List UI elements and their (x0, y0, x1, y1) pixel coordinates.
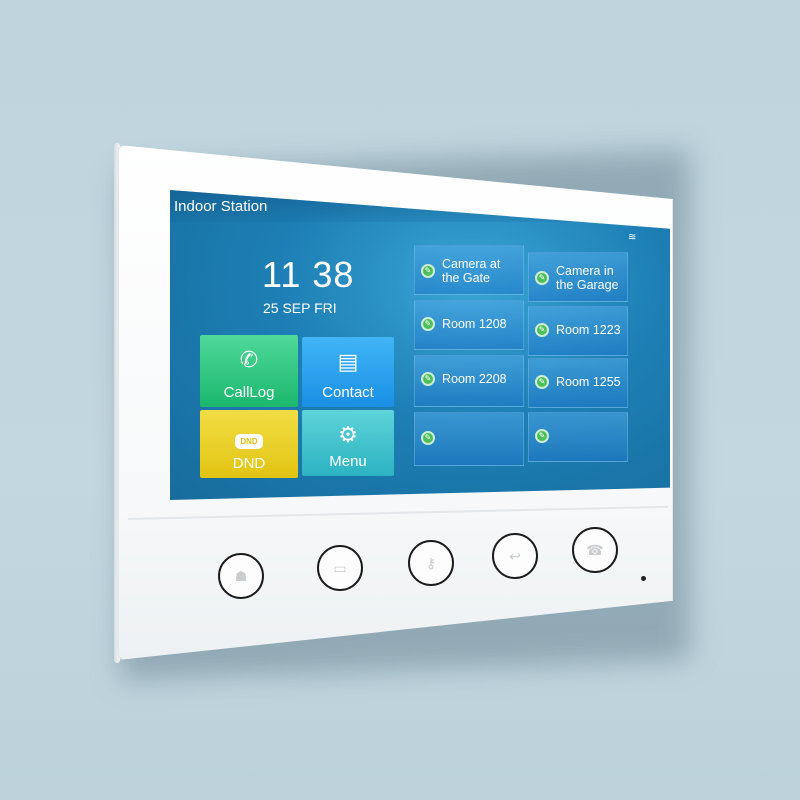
hang-up-button[interactable]: ☎ (572, 527, 618, 573)
quick-key-label: Room 1255 (556, 375, 621, 389)
edit-pencil-icon: ✎ (535, 429, 549, 443)
tile-calllog[interactable]: ✆ CallLog (200, 335, 298, 407)
quick-key-room-1208[interactable]: ✎ Room 1208 (414, 300, 524, 350)
video-button[interactable]: ▭ (317, 545, 363, 591)
quick-key-label-2: the Gate (442, 271, 490, 285)
video-camera-icon: ▭ (333, 560, 347, 576)
hang-up-icon: ☎ (586, 542, 604, 558)
monitor-person-icon: ☗ (234, 568, 248, 584)
quick-key-label: Room 1223 (556, 323, 621, 337)
quick-key-room-1255[interactable]: ✎ Room 1255 (528, 358, 628, 408)
quick-key-label: Camera at (442, 257, 501, 271)
monitor-button[interactable]: ☗ (218, 553, 264, 599)
tile-label: DND (232, 455, 266, 472)
edit-pencil-icon: ✎ (421, 264, 435, 278)
tile-dnd[interactable]: DND DND (200, 410, 298, 478)
key-icon: ⚷ (425, 555, 437, 571)
quick-key-camera-gate[interactable]: ✎ Camera at the Gate (414, 245, 524, 295)
clock-time: 11 38 (262, 254, 355, 295)
quick-key-room-1223[interactable]: ✎ Room 1223 (528, 306, 628, 356)
quick-key-label: Room 2208 (442, 372, 507, 386)
quick-key-camera-garage[interactable]: ✎ Camera in the Garage (528, 252, 628, 302)
edit-pencil-icon: ✎ (421, 372, 435, 386)
quick-key-empty-2[interactable]: ✎ (528, 412, 628, 462)
call-log-icon: ✆ (239, 347, 259, 372)
edit-pencil-icon: ✎ (535, 323, 549, 337)
edit-pencil-icon: ✎ (421, 431, 435, 445)
quick-key-label-2: the Garage (556, 278, 619, 292)
tile-menu[interactable]: ⚙ Menu (302, 410, 394, 476)
quick-key-room-2208[interactable]: ✎ Room 2208 (414, 355, 524, 407)
tile-contact[interactable]: ▤ Contact (302, 337, 394, 407)
touch-screen: Indoor Station ≋ 11 38 25 SEP FRI ✆ Call… (170, 190, 670, 500)
edit-pencil-icon: ✎ (421, 317, 435, 331)
return-button[interactable]: ↩ (492, 533, 538, 579)
dnd-badge: DND (235, 434, 263, 449)
clock-date: 25 SEP FRI (263, 300, 337, 316)
wifi-icon: ≋ (628, 232, 637, 243)
gear-icon: ⚙ (338, 422, 358, 447)
return-arrow-icon: ↩ (509, 548, 521, 564)
edit-pencil-icon: ✎ (535, 271, 549, 285)
quick-key-empty-1[interactable]: ✎ (414, 412, 524, 466)
contact-book-icon: ▤ (337, 349, 359, 374)
screen-title: Indoor Station (174, 198, 268, 215)
microphone-hole (641, 576, 646, 581)
tile-label: Menu (329, 453, 367, 470)
dnd-sign-icon: DND (200, 424, 298, 450)
tile-label: Contact (322, 384, 374, 401)
quick-key-label: Room 1208 (442, 317, 507, 331)
unlock-button[interactable]: ⚷ (408, 540, 454, 586)
tile-label: CallLog (223, 384, 275, 401)
edit-pencil-icon: ✎ (535, 375, 549, 389)
quick-key-label: Camera in (556, 264, 614, 278)
